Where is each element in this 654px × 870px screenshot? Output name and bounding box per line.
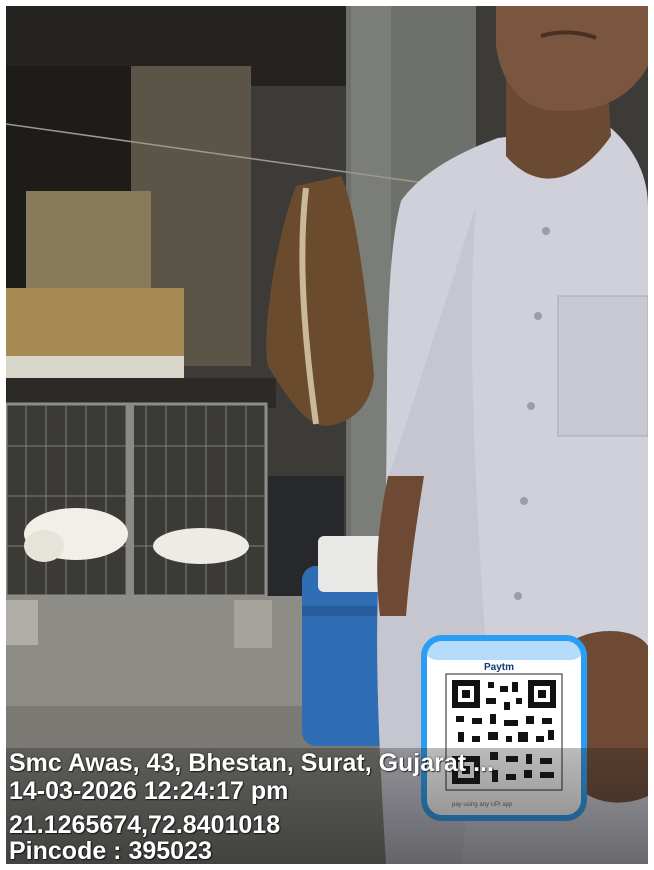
- photo-frame: Paytm pay using any UPI app: [6, 6, 648, 864]
- chicken-left-back: [24, 530, 64, 562]
- brick: [6, 600, 38, 645]
- gps-coordinates: 21.1265674,72.8401018: [9, 811, 281, 839]
- geotag-photo: Paytm pay using any UPI app: [6, 6, 648, 864]
- cardboard-piece: [26, 191, 151, 291]
- chicken-right: [153, 528, 249, 564]
- capture-timestamp: 14-03-2026 12:24:17 pm: [9, 777, 289, 805]
- wooden-box: [6, 288, 184, 362]
- location-address: Smc Awas, 43, Bhestan, Surat, Gujarat ..…: [9, 750, 494, 776]
- brick-2: [234, 600, 272, 648]
- shirt-pocket: [557, 295, 648, 437]
- cage-divider: [126, 404, 134, 596]
- chicken-cage: [6, 402, 268, 598]
- qr-stand-top: [424, 638, 584, 660]
- paytm-logo: Paytm: [484, 662, 514, 673]
- pincode-label: Pincode : 395023: [9, 837, 212, 865]
